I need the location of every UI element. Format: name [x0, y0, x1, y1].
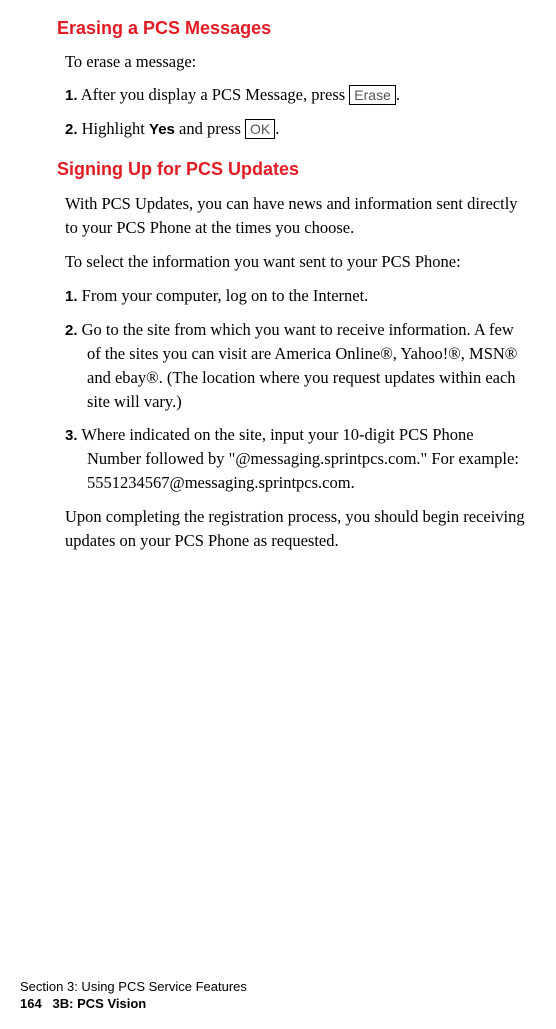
heading-erasing: Erasing a PCS Messages: [57, 18, 526, 39]
para-select-info: To select the information you want sent …: [65, 250, 526, 274]
yes-bold: Yes: [149, 121, 175, 138]
footer-section-label: Section 3: Using PCS Service Features: [20, 978, 247, 996]
step-text: Where indicated on the site, input your …: [78, 425, 519, 492]
step-3-section2: 3. Where indicated on the site, input yo…: [65, 423, 526, 495]
step-text: Go to the site from which you want to re…: [78, 320, 518, 411]
step-1-section1: 1. After you display a PCS Message, pres…: [65, 83, 526, 107]
footer-page-number: 164: [20, 996, 42, 1011]
step-text: .: [275, 119, 279, 138]
erase-key: Erase: [349, 85, 396, 105]
para-updates-desc: With PCS Updates, you can have news and …: [65, 192, 526, 240]
ok-key: OK: [245, 119, 275, 139]
step-text: After you display a PCS Message, press: [78, 85, 350, 104]
heading-signing-up: Signing Up for PCS Updates: [57, 159, 526, 180]
step-text: Highlight: [78, 119, 150, 138]
step-num: 3.: [65, 427, 78, 444]
step-text: and press: [175, 119, 245, 138]
step-text: .: [396, 85, 400, 104]
page-footer: Section 3: Using PCS Service Features 16…: [20, 978, 247, 1013]
step-num: 1.: [65, 87, 78, 104]
step-num: 2.: [65, 322, 78, 339]
para-completing: Upon completing the registration process…: [65, 505, 526, 553]
footer-subsection: 3B: PCS Vision: [53, 996, 147, 1011]
step-1-section2: 1. From your computer, log on to the Int…: [65, 284, 526, 308]
step-2-section2: 2. Go to the site from which you want to…: [65, 318, 526, 414]
step-text: From your computer, log on to the Intern…: [78, 286, 369, 305]
step-2-section1: 2. Highlight Yes and press OK.: [65, 117, 526, 141]
step-num: 2.: [65, 121, 78, 138]
footer-page-line: 164 3B: PCS Vision: [20, 995, 247, 1013]
intro-text: To erase a message:: [65, 51, 526, 73]
step-num: 1.: [65, 288, 78, 305]
